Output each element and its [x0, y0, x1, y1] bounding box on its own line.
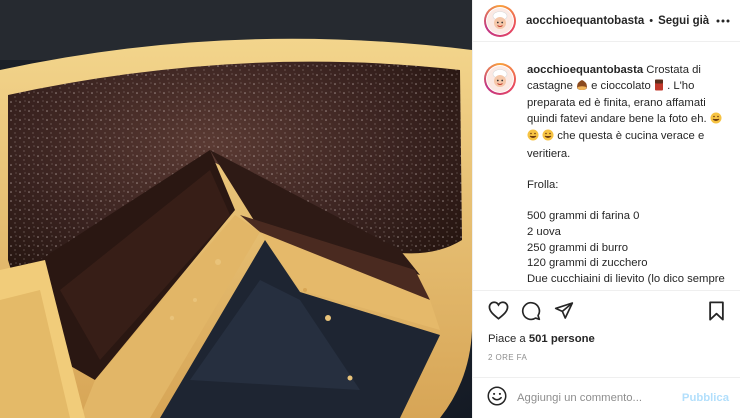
- rolling-laughing-emoji: [527, 129, 539, 147]
- post-header: aocchioequantobasta • Segui già: [473, 0, 740, 42]
- chestnut-emoji: [576, 79, 588, 97]
- ingredient-item: 250 grammi di burro: [527, 241, 629, 254]
- post-photo[interactable]: [0, 0, 472, 418]
- caption-username[interactable]: aocchioequantobasta: [527, 64, 643, 76]
- ingredient-item: Due cucchiaini di lievito (lo dico sempr…: [527, 272, 725, 285]
- caption-text: aocchioequantobasta Crostata di castagne…: [527, 63, 727, 286]
- avatar-image: [486, 6, 514, 35]
- caption-area: aocchioequantobasta Crostata di castagne…: [473, 42, 740, 286]
- post-sidebar: aocchioequantobasta • Segui già aocchioe…: [472, 0, 740, 418]
- caption-body: aocchioequantobasta Crostata di castagne…: [527, 63, 727, 163]
- avatar[interactable]: [484, 4, 516, 37]
- header-username[interactable]: aocchioequantobasta: [526, 15, 644, 27]
- publish-button[interactable]: Pubblica: [682, 392, 729, 404]
- header-separator: •: [649, 14, 654, 27]
- frolla-title: Frolla:: [527, 179, 559, 192]
- post-timestamp[interactable]: 2 ORE FA: [488, 353, 527, 362]
- rolling-laughing-emoji: [542, 129, 554, 147]
- likes-number: 501: [528, 333, 548, 345]
- more-horizontal-icon[interactable]: [715, 14, 731, 28]
- comment-bar: Pubblica: [473, 377, 740, 418]
- ingredient-item: 120 grammi di zucchero: [527, 257, 648, 270]
- chocolate-bar-emoji: [654, 79, 664, 97]
- cake-image: [0, 0, 472, 418]
- rolling-laughing-emoji: [710, 112, 722, 130]
- likes-prefix: Piace a: [488, 333, 526, 345]
- likes-count[interactable]: Piace a 501 persone: [488, 333, 595, 345]
- paper-plane-icon[interactable]: [553, 300, 575, 322]
- comment-input[interactable]: [517, 392, 682, 404]
- action-bar: [473, 290, 740, 330]
- ingredient-item: 500 grammi di farina 0: [527, 210, 640, 223]
- heart-icon[interactable]: [487, 300, 509, 322]
- following-button[interactable]: Segui già: [658, 15, 709, 27]
- likes-suffix: persone: [550, 333, 595, 345]
- caption-avatar[interactable]: [484, 63, 516, 95]
- ingredient-item: 2 uova: [527, 225, 561, 238]
- emoji-smile-icon[interactable]: [487, 386, 507, 411]
- comment-icon[interactable]: [520, 300, 542, 322]
- avatar-image: [486, 65, 514, 93]
- bookmark-icon[interactable]: [705, 300, 727, 322]
- caption-part-2: e cioccolato: [591, 79, 651, 92]
